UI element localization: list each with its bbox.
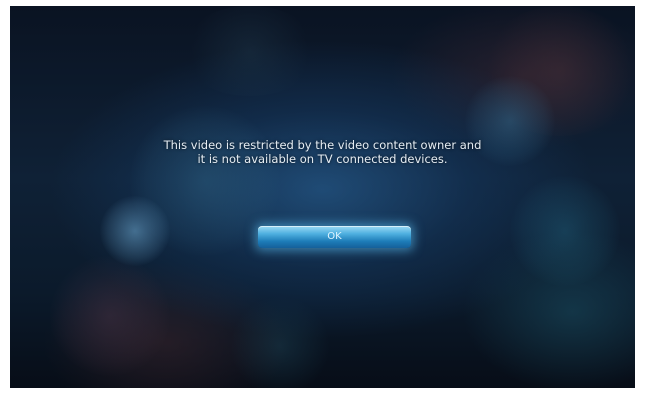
background-bokeh [100, 196, 170, 266]
background-bokeh [50, 256, 170, 376]
ok-button[interactable]: OK [258, 226, 411, 248]
background-bokeh [230, 296, 330, 388]
background-bokeh [510, 176, 620, 286]
media-player-screen: This video is restricted by the video co… [10, 6, 635, 388]
restriction-message: This video is restricted by the video co… [163, 138, 482, 166]
background-bokeh [480, 6, 635, 136]
background-bokeh [180, 6, 320, 96]
